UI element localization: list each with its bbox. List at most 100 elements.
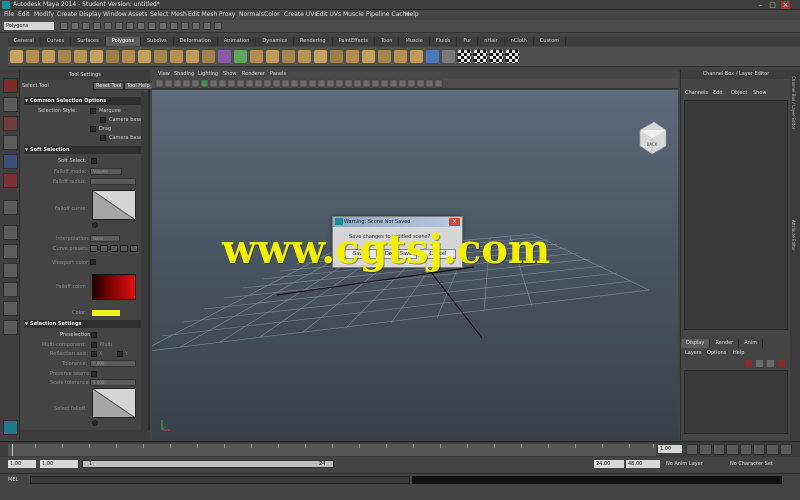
persp-graph-icon[interactable] <box>3 282 18 297</box>
split-polygon-icon[interactable] <box>298 50 311 63</box>
shelf-tab-custom[interactable]: Custom <box>534 37 567 46</box>
append-polygon-icon[interactable] <box>282 50 295 63</box>
new-scene-icon[interactable] <box>60 22 68 30</box>
cb-menu-show[interactable]: Show <box>753 90 767 96</box>
go-to-start-icon[interactable] <box>686 444 699 455</box>
preset-5-button[interactable] <box>130 245 138 252</box>
drag-radio[interactable] <box>90 126 96 132</box>
lasso-tool-icon[interactable] <box>3 97 18 112</box>
menu-window[interactable]: Window <box>103 11 127 18</box>
poly-prism-icon[interactable] <box>106 50 119 63</box>
render-settings-icon[interactable] <box>203 22 211 30</box>
insert-edge-loop-icon[interactable] <box>314 50 327 63</box>
separate-icon[interactable] <box>202 50 215 63</box>
snap-surface-icon[interactable] <box>159 22 167 30</box>
menu-muscle[interactable]: Muscle <box>343 11 364 18</box>
rotate-tool-icon[interactable] <box>3 154 18 169</box>
poly-plane-icon[interactable] <box>74 50 87 63</box>
color-swatch[interactable] <box>92 310 120 316</box>
shelf-tab-painteffects[interactable]: PaintEffects <box>333 37 375 46</box>
move-tool-icon[interactable] <box>3 135 18 150</box>
vp-menu-view[interactable]: View <box>158 71 170 77</box>
poly-pipe-icon[interactable] <box>138 50 151 63</box>
selection-settings-frame[interactable]: Selection Settings <box>24 320 146 328</box>
poly-torus-icon[interactable] <box>90 50 103 63</box>
smooth-icon[interactable] <box>234 50 247 63</box>
merge-icon[interactable] <box>346 50 359 63</box>
layer-tab-display[interactable]: Display <box>681 339 711 348</box>
select-tool-icon[interactable] <box>3 78 18 93</box>
layer-tab-render[interactable]: Render <box>710 339 740 348</box>
poke-icon[interactable] <box>426 50 439 63</box>
hypershade-layout-icon[interactable] <box>3 301 18 316</box>
extrude-icon[interactable] <box>250 50 263 63</box>
reflection-y-radio[interactable] <box>117 351 123 357</box>
combine-icon[interactable] <box>186 50 199 63</box>
mirror-icon[interactable] <box>394 50 407 63</box>
vp-menu-renderer[interactable]: Renderer <box>242 71 265 77</box>
open-scene-icon[interactable] <box>71 22 79 30</box>
curve-point-handle[interactable] <box>92 222 98 228</box>
boolean-icon[interactable] <box>218 50 231 63</box>
menu-edit-uvs[interactable]: Edit UVs <box>316 11 341 18</box>
layer-menu-layers[interactable]: Layers <box>685 350 702 356</box>
menu-select[interactable]: Select <box>150 11 169 18</box>
menu-normals[interactable]: Normals <box>239 11 264 18</box>
shelf-tab-rendering[interactable]: Rendering <box>294 37 333 46</box>
range-bar[interactable]: 1 24 <box>82 460 334 468</box>
bevel-icon[interactable] <box>362 50 375 63</box>
side-tab-channel-box[interactable]: Channel Box / Layer Editor <box>791 76 796 129</box>
tool-help-button[interactable]: Tool Help <box>124 82 153 90</box>
current-time-marker[interactable] <box>12 444 13 456</box>
menu-color[interactable]: Color <box>264 11 280 18</box>
select-component-icon[interactable] <box>115 22 123 30</box>
cb-menu-channels[interactable]: Channels <box>685 90 708 96</box>
tolerance-field[interactable]: 0.000 <box>90 360 136 367</box>
menu-edit-mesh[interactable]: Edit Mesh <box>188 11 217 18</box>
menu-modify[interactable]: Modify <box>34 11 54 18</box>
maximize-icon[interactable]: □ <box>768 1 777 9</box>
animation-end-field[interactable]: 48.00 <box>626 460 660 468</box>
menu-pipeline-cache[interactable]: Pipeline Cache <box>366 11 410 18</box>
last-tool-icon[interactable] <box>3 200 18 215</box>
shelf-tab-polygons[interactable]: Polygons <box>105 37 141 46</box>
dialog-close-icon[interactable]: × <box>449 218 460 226</box>
menu-display[interactable]: Display <box>79 11 101 18</box>
shelf-tab-deformation[interactable]: Deformation <box>174 37 218 46</box>
poly-cube-icon[interactable] <box>26 50 39 63</box>
maya-home-icon[interactable] <box>3 420 18 435</box>
poly-soccer-icon[interactable] <box>170 50 183 63</box>
snap-grid-icon[interactable] <box>126 22 134 30</box>
vp-menu-show[interactable]: Show <box>223 71 237 77</box>
reduce-icon[interactable] <box>410 50 423 63</box>
multi-component-radio[interactable] <box>91 342 97 348</box>
scale-tolerance-field[interactable]: 1.000 <box>90 379 136 386</box>
menu-proxy[interactable]: Proxy <box>219 11 235 18</box>
falloff-curve-graph[interactable] <box>92 190 136 220</box>
checker-icon-4[interactable] <box>506 50 519 63</box>
vp-menu-lighting[interactable]: Lighting <box>198 71 218 77</box>
interpolation-dropdown[interactable]: None <box>90 235 120 242</box>
shelf-tab-curves[interactable]: Curves <box>41 37 72 46</box>
preset-4-button[interactable] <box>120 245 128 252</box>
menu-create-uvs[interactable]: Create UVs <box>284 11 317 18</box>
history-icon[interactable] <box>170 22 178 30</box>
menu-edit[interactable]: Edit <box>18 11 30 18</box>
poly-cone-icon[interactable] <box>58 50 71 63</box>
side-tab-attribute-editor[interactable]: Attribute Editor <box>791 220 796 251</box>
hypershade-icon[interactable] <box>214 22 222 30</box>
viewport-color-checkbox[interactable] <box>90 259 96 265</box>
render-icon[interactable] <box>181 22 189 30</box>
play-forwards-icon[interactable] <box>739 444 752 455</box>
four-view-icon[interactable] <box>3 244 18 259</box>
select-falloff-graph[interactable] <box>92 388 136 418</box>
playback-end-field[interactable]: 24.00 <box>594 460 624 468</box>
preselection-checkbox[interactable] <box>91 332 97 338</box>
offset-edge-loop-icon[interactable] <box>330 50 343 63</box>
poly-cylinder-icon[interactable] <box>42 50 55 63</box>
shelf-tab-fur[interactable]: Fur <box>457 37 479 46</box>
marquee-radio[interactable] <box>90 108 96 114</box>
wedge-icon[interactable] <box>378 50 391 63</box>
preserve-seams-checkbox[interactable] <box>91 371 97 377</box>
reset-tool-button[interactable]: Reset Tool <box>93 82 125 90</box>
